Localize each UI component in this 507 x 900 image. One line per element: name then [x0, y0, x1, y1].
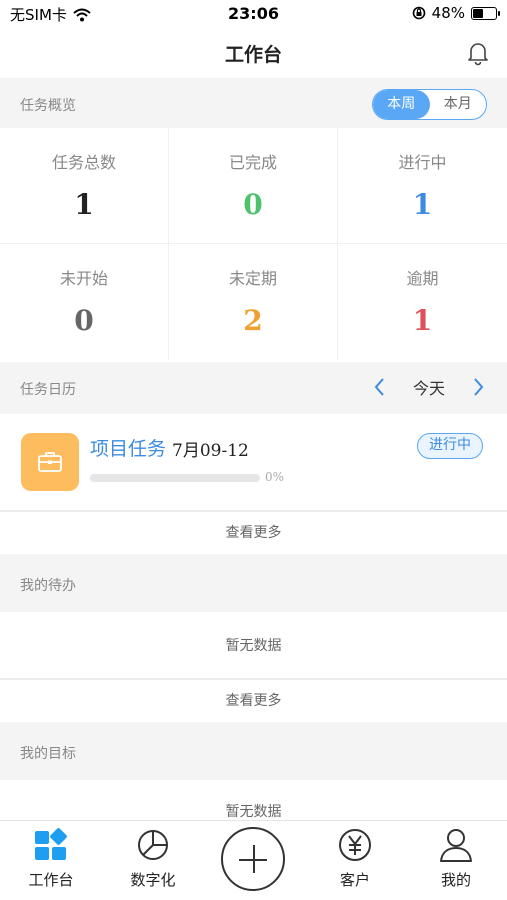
overview-label: 任务概览 [20, 98, 76, 114]
stat-value: 1 [412, 304, 433, 337]
stat-label: 未开始 [59, 269, 108, 288]
todo-label: 我的待办 [20, 578, 76, 594]
stat-value: 0 [74, 304, 94, 337]
dashboard-icon [35, 828, 67, 860]
stat-label: 已完成 [228, 153, 277, 172]
stat-in-progress[interactable]: 进行中 1 [338, 128, 507, 244]
stats-grid: 任务总数 1 已完成 0 进行中 1 未开始 0 未定期 2 逾期 1 [0, 128, 507, 360]
period-toggle: 本周 本月 [372, 89, 487, 120]
tab-label: 工作台 [28, 871, 74, 889]
briefcase-icon [38, 452, 62, 472]
goals-label: 我的目标 [20, 746, 76, 762]
task-card[interactable]: 项目任务 7月09-12 0% 进行中 [0, 414, 507, 512]
tab-mine[interactable]: 我的 [416, 827, 496, 890]
status-badge: 进行中 [417, 433, 483, 459]
tab-label: 数字化 [130, 871, 176, 889]
stat-label: 进行中 [398, 153, 447, 172]
add-button[interactable] [221, 827, 285, 891]
user-icon [440, 829, 472, 862]
status-bar: 无SIM卡 23:06 48% [0, 0, 507, 28]
tab-label: 客户 [339, 871, 370, 889]
task-progress-bar [90, 474, 260, 482]
stat-label: 任务总数 [51, 153, 116, 172]
overview-header: 任务概览 本周 本月 [0, 78, 507, 128]
calendar-more-link[interactable]: 查看更多 [0, 512, 507, 554]
stat-value: 1 [74, 188, 94, 221]
battery-text: 48% [431, 4, 465, 22]
stat-overdue[interactable]: 逾期 1 [338, 244, 507, 360]
stat-value: 0 [243, 188, 263, 221]
bell-icon[interactable] [465, 40, 491, 66]
stat-label: 逾期 [406, 269, 439, 288]
battery-fill [473, 8, 483, 18]
stat-not-started[interactable]: 未开始 0 [0, 244, 169, 360]
tab-label: 我的 [440, 871, 471, 889]
task-date: 7月09-12 [172, 441, 249, 461]
yuan-icon [339, 829, 371, 861]
stat-value: 2 [243, 304, 263, 337]
pie-chart-icon [138, 830, 168, 860]
goals-header: 我的目标 [0, 722, 507, 780]
status-right: 48% [412, 4, 500, 22]
stat-unscheduled[interactable]: 未定期 2 [169, 244, 338, 360]
calendar-nav: 今天 [373, 375, 485, 399]
tab-customer[interactable]: 客户 [315, 827, 395, 890]
orientation-lock-icon [412, 6, 425, 20]
chevron-right-icon[interactable] [473, 377, 485, 397]
battery-icon [471, 6, 500, 20]
stat-value: 1 [412, 188, 433, 221]
chevron-left-icon[interactable] [373, 377, 385, 397]
segment-month[interactable]: 本月 [430, 90, 487, 119]
task-title: 项目任务 [90, 438, 167, 460]
calendar-header: 任务日历 今天 [0, 362, 507, 414]
tab-bar: 工作台 数字化 客户 我的 [0, 820, 507, 900]
stat-label: 未定期 [228, 269, 277, 288]
todo-empty: 暂无数据 [0, 612, 507, 680]
todo-header: 我的待办 [0, 554, 507, 612]
todo-more-link[interactable]: 查看更多 [0, 680, 507, 722]
task-progress-text: 0% [265, 470, 285, 484]
calendar-label: 任务日历 [20, 382, 76, 398]
stat-completed[interactable]: 已完成 0 [169, 128, 338, 244]
stat-total[interactable]: 任务总数 1 [0, 128, 169, 244]
calendar-today[interactable]: 今天 [413, 375, 445, 399]
nav-bar: 工作台 [0, 28, 507, 78]
tab-workbench[interactable]: 工作台 [11, 827, 91, 890]
page-title: 工作台 [224, 44, 282, 66]
tab-digital[interactable]: 数字化 [113, 827, 193, 890]
task-icon-tile [21, 433, 79, 491]
segment-week[interactable]: 本周 [373, 90, 430, 119]
